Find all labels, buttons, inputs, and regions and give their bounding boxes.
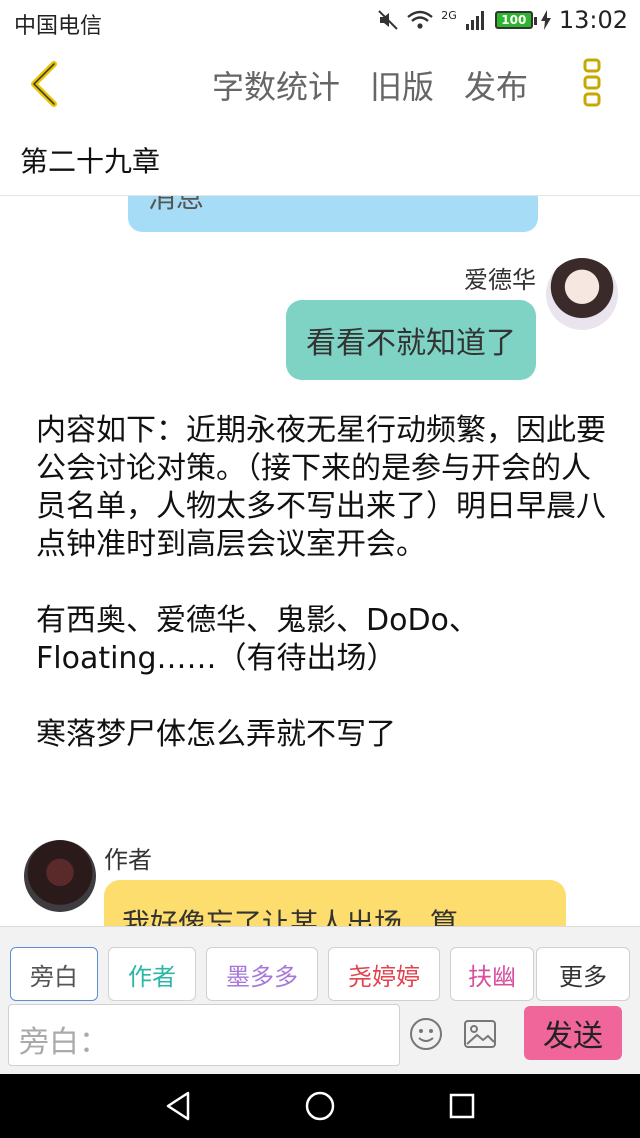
speaker-name-author: 作者 [104, 846, 152, 874]
clock: 13:02 [558, 6, 628, 34]
chip-label: 墨多多 [226, 962, 298, 991]
narration-paragraph: 寒落梦尸体怎么弄就不写了 [36, 717, 396, 752]
charging-icon [540, 10, 551, 30]
status-bar: 中国电信 2G 100 13:02 [0, 0, 640, 44]
message-bubble-author[interactable]: 我好像忘了让某人出场，算 [104, 880, 566, 926]
vertical-dots-icon [583, 58, 601, 107]
emoji-icon[interactable] [408, 1016, 444, 1052]
message-bubble-edward[interactable]: 看看不就知道了 [286, 300, 536, 380]
navigation-bar [0, 1074, 640, 1138]
story-content[interactable]: 消息 爱德华 看看不就知道了 内容如下：近期永夜无星行动频繁，因此要公会讨论对策… [0, 196, 640, 926]
narration-paragraph: 有西奥、爱德华、鬼影、DoDo、Floating……（有待出场） [36, 603, 479, 676]
toolbar-actions: 字数统计 旧版 发布 [212, 62, 528, 108]
home-circle-icon[interactable] [302, 1088, 338, 1124]
chip-label: 扶幽 [468, 962, 516, 991]
chip-label: 尧婷婷 [348, 962, 420, 991]
chip-moduoduo[interactable]: 墨多多 [206, 947, 318, 1001]
chip-narrator[interactable]: 旁白 [10, 947, 98, 1001]
chevron-left-icon [31, 61, 57, 107]
message-text: 我好像忘了让某人出场，算 [122, 907, 459, 926]
avatar-author[interactable] [24, 840, 96, 912]
avatar-edward[interactable] [546, 258, 618, 330]
character-selector: 旁白 作者 墨多多 尧婷婷 扶幽 更多 [0, 926, 640, 1002]
network-label: 2G [441, 8, 457, 22]
chapter-title[interactable]: 第二十九章 [0, 124, 640, 196]
carrier-label: 中国电信 [14, 14, 103, 39]
more-menu-button[interactable] [580, 54, 610, 110]
chip-yaotingting[interactable]: 尧婷婷 [328, 947, 440, 1001]
message-text: 消息 [148, 196, 205, 214]
message-text: 看看不就知道了 [306, 326, 516, 361]
battery-icon: 100 [494, 11, 537, 29]
image-icon[interactable] [462, 1016, 498, 1052]
chip-more[interactable]: 更多 [536, 947, 630, 1001]
mute-icon [378, 10, 399, 30]
publish-button[interactable]: 发布 [464, 62, 528, 108]
chip-label: 作者 [128, 962, 176, 991]
recents-square-icon[interactable] [444, 1088, 480, 1124]
narration-paragraph: 内容如下：近期永夜无星行动频繁，因此要公会讨论对策。（接下来的是参与开会的人员名… [36, 413, 606, 562]
word-count-button[interactable]: 字数统计 [212, 62, 340, 108]
chip-author[interactable]: 作者 [108, 947, 196, 1001]
back-triangle-icon[interactable] [160, 1088, 196, 1124]
old-version-button[interactable]: 旧版 [370, 62, 434, 108]
speaker-name-edward: 爱德华 [464, 266, 536, 294]
send-button[interactable]: 发送 [524, 1006, 622, 1060]
chip-label: 旁白 [30, 962, 78, 991]
status-icons: 2G 100 13:02 [377, 6, 628, 34]
signal-icon [465, 11, 484, 30]
wifi-icon [407, 10, 434, 29]
back-button[interactable] [16, 54, 76, 114]
message-input[interactable]: 旁白： [8, 1004, 400, 1066]
send-label: 发送 [543, 1019, 603, 1054]
input-placeholder: 旁白： [19, 1025, 109, 1060]
message-bubble-partial: 消息 [128, 196, 538, 232]
chip-fuyou[interactable]: 扶幽 [450, 947, 534, 1001]
narration-block[interactable]: 内容如下：近期永夜无星行动频繁，因此要公会讨论对策。（接下来的是参与开会的人员名… [36, 412, 606, 792]
input-bar: 旁白： 发送 [0, 1002, 640, 1074]
chip-label: 更多 [559, 962, 607, 991]
app-bar: 字数统计 旧版 发布 [0, 44, 640, 124]
